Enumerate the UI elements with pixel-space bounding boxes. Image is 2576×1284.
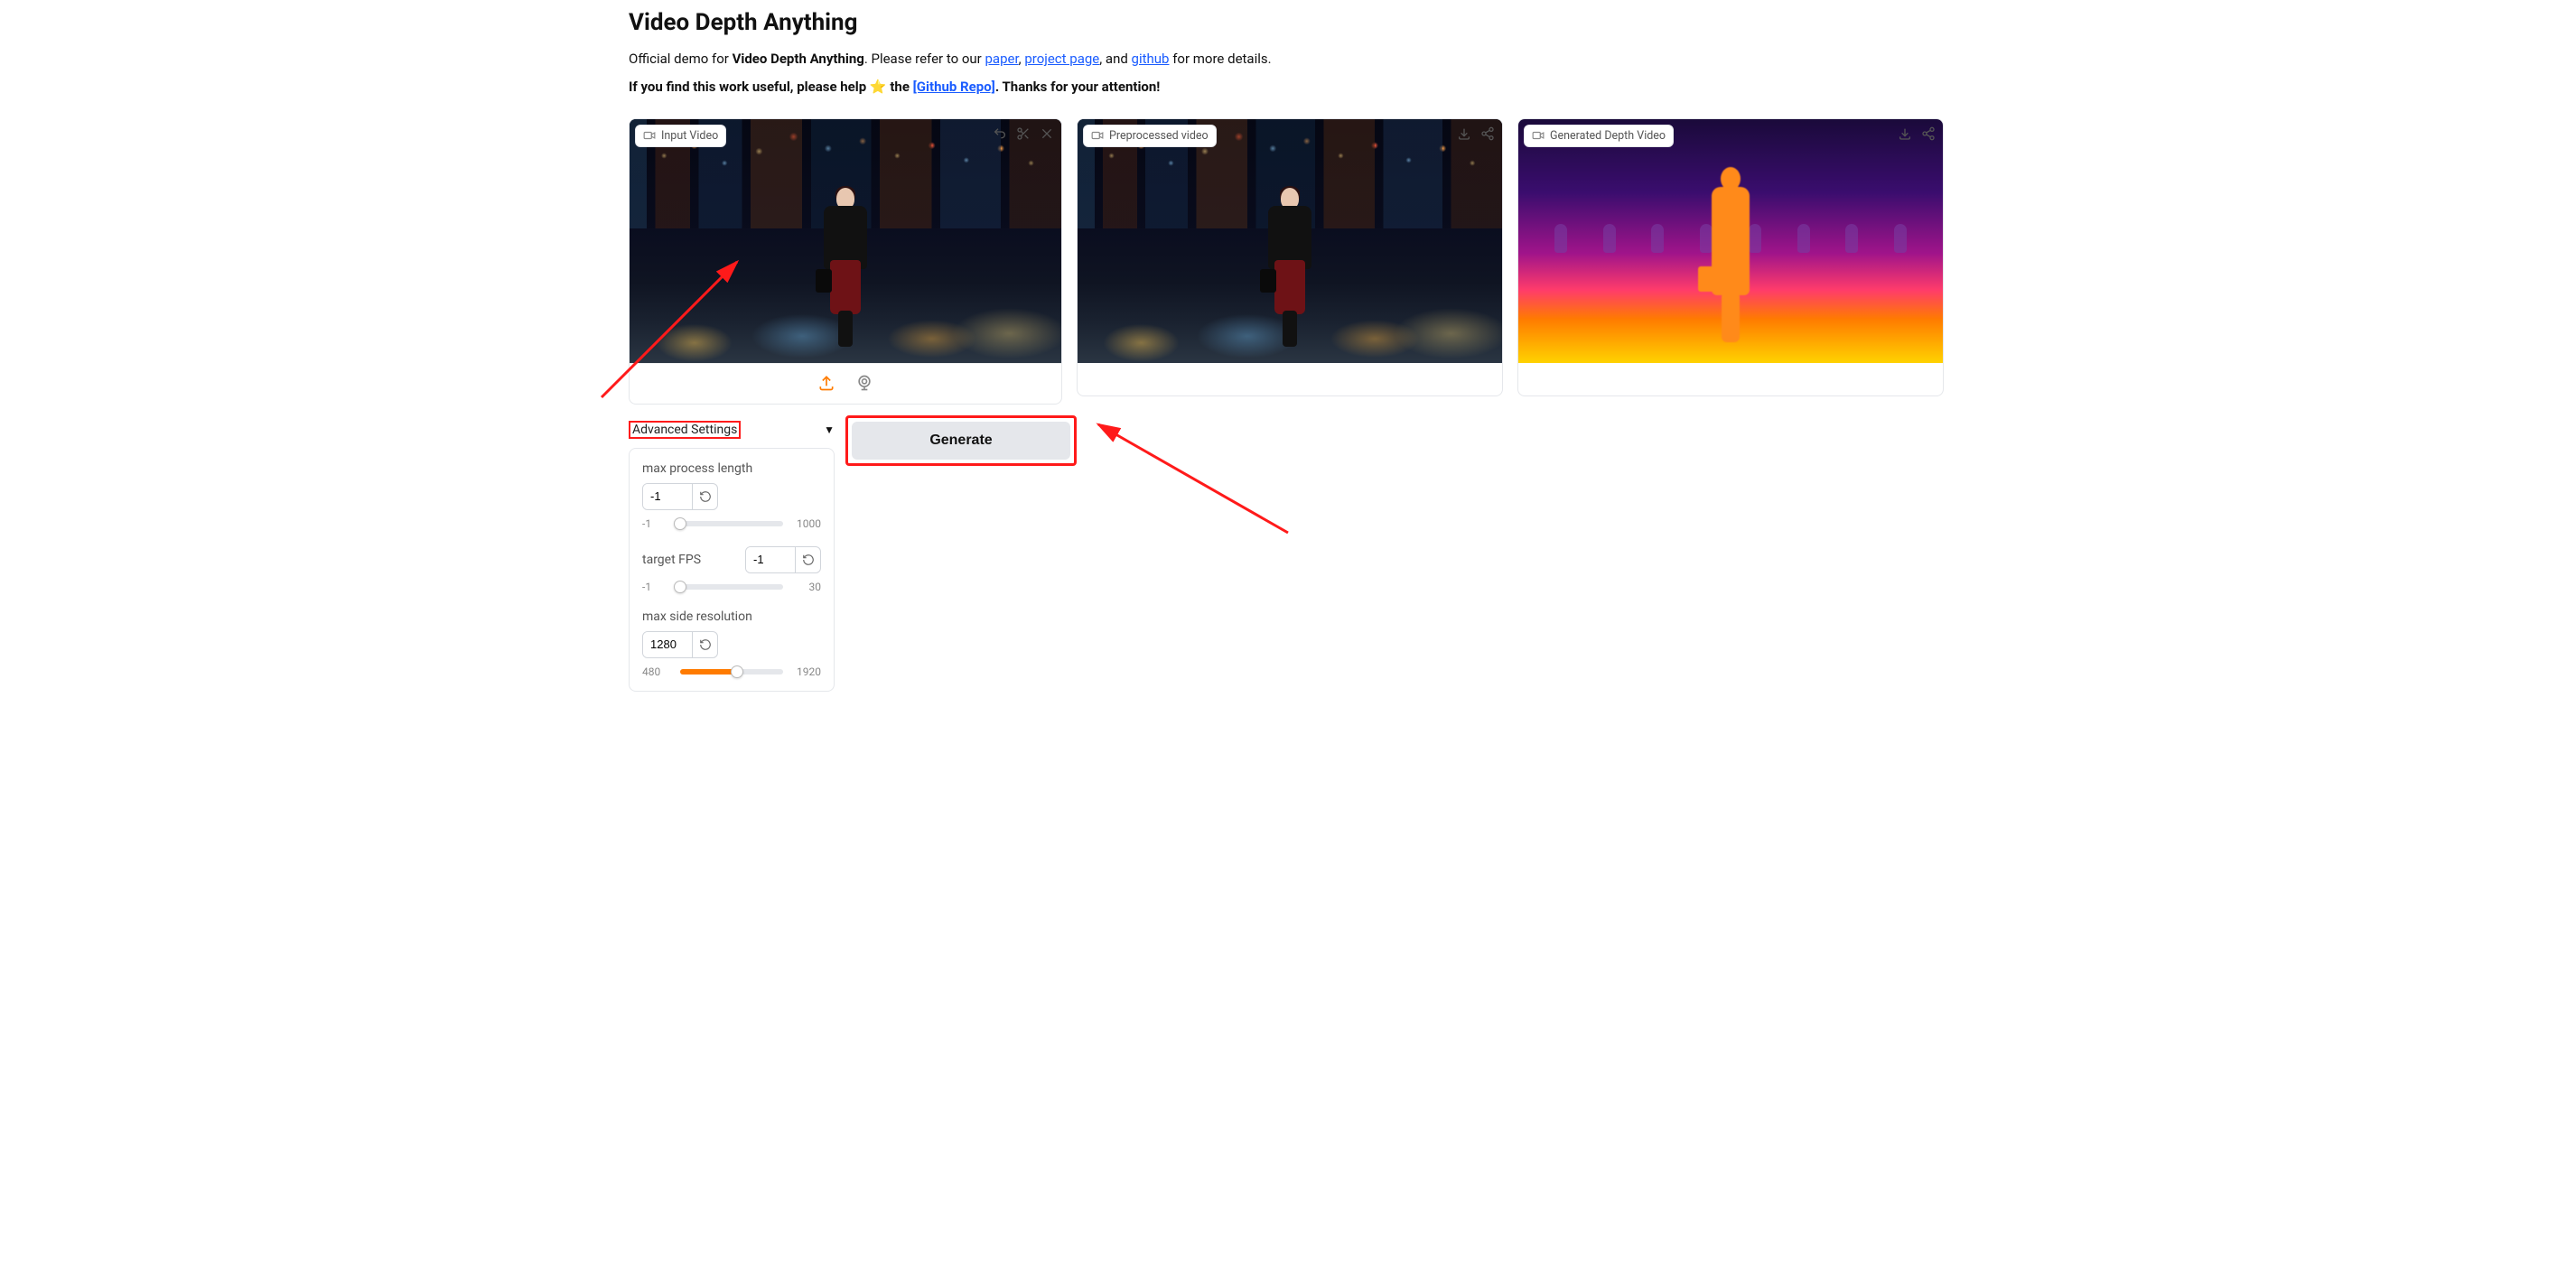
webcam-icon[interactable] bbox=[854, 373, 874, 393]
depth-video-label: Generated Depth Video bbox=[1524, 125, 1674, 147]
star-icon: ⭐ bbox=[870, 79, 887, 95]
video-icon bbox=[643, 129, 656, 142]
advanced-settings-title: Advanced Settings bbox=[629, 421, 741, 439]
undo-icon[interactable] bbox=[991, 125, 1009, 143]
github-link[interactable]: github bbox=[1132, 51, 1170, 67]
cta-text: If you find this work useful, please hel… bbox=[629, 79, 870, 95]
paper-link[interactable]: paper bbox=[985, 51, 1019, 67]
preprocessed-video-preview[interactable] bbox=[1078, 119, 1502, 363]
input-video-label: Input Video bbox=[635, 125, 726, 147]
intro-line: Official demo for Video Depth Anything. … bbox=[629, 49, 1947, 70]
video-icon bbox=[1532, 129, 1545, 142]
target-fps-slider[interactable] bbox=[680, 584, 783, 590]
depth-video-preview[interactable] bbox=[1518, 119, 1943, 363]
share-icon[interactable] bbox=[1479, 125, 1497, 143]
generate-button[interactable]: Generate bbox=[852, 422, 1070, 460]
trim-icon[interactable] bbox=[1014, 125, 1032, 143]
reset-icon[interactable] bbox=[692, 484, 717, 509]
cta-line: If you find this work useful, please hel… bbox=[629, 79, 1947, 95]
slider-min: -1 bbox=[642, 581, 673, 593]
share-icon[interactable] bbox=[1919, 125, 1937, 143]
intro-text: Official demo for bbox=[629, 51, 733, 67]
generate-highlight: Generate bbox=[845, 415, 1077, 466]
preprocessed-video-label-text: Preprocessed video bbox=[1109, 129, 1209, 143]
max-side-resolution-group: max side resolution 480 bbox=[642, 609, 821, 678]
reset-icon[interactable] bbox=[795, 547, 820, 572]
github-repo-link[interactable]: [Github Repo] bbox=[913, 79, 995, 95]
project-page-link[interactable]: project page bbox=[1024, 51, 1099, 67]
preprocessed-video-label: Preprocessed video bbox=[1083, 125, 1217, 147]
close-icon[interactable] bbox=[1038, 125, 1056, 143]
advanced-settings-panel: max process length -1 bbox=[629, 448, 835, 692]
max-side-resolution-input[interactable] bbox=[642, 631, 718, 658]
max-side-resolution-label: max side resolution bbox=[642, 609, 752, 624]
chevron-down-icon: ▼ bbox=[824, 423, 835, 436]
slider-max: 1000 bbox=[790, 517, 821, 530]
max-process-length-slider[interactable] bbox=[680, 521, 783, 526]
target-fps-field[interactable] bbox=[746, 547, 795, 572]
reset-icon[interactable] bbox=[692, 632, 717, 657]
input-video-card: Input Video bbox=[629, 118, 1062, 405]
max-side-resolution-slider[interactable] bbox=[680, 669, 783, 675]
download-icon[interactable] bbox=[1896, 125, 1914, 143]
preprocessed-video-card: Preprocessed video bbox=[1077, 118, 1503, 396]
target-fps-group: target FPS -1 30 bbox=[642, 546, 821, 593]
input-video-preview[interactable] bbox=[630, 119, 1061, 363]
input-video-toolbar bbox=[630, 363, 1061, 404]
max-side-resolution-field[interactable] bbox=[643, 632, 692, 657]
intro-text: , and bbox=[1099, 51, 1131, 67]
intro-text: . Please refer to our bbox=[864, 51, 985, 67]
input-video-label-text: Input Video bbox=[661, 129, 718, 143]
page-title: Video Depth Anything bbox=[629, 9, 1947, 36]
upload-icon[interactable] bbox=[817, 373, 836, 393]
target-fps-label: target FPS bbox=[642, 553, 701, 567]
max-process-length-group: max process length -1 bbox=[642, 461, 821, 530]
max-process-length-label: max process length bbox=[642, 461, 752, 476]
intro-text: for more details. bbox=[1169, 51, 1271, 67]
slider-max: 1920 bbox=[790, 665, 821, 678]
max-process-length-input[interactable] bbox=[642, 483, 718, 510]
slider-max: 30 bbox=[790, 581, 821, 593]
slider-min: 480 bbox=[642, 665, 673, 678]
advanced-settings-toggle[interactable]: Advanced Settings ▼ bbox=[629, 415, 835, 444]
cta-text: the bbox=[887, 79, 913, 95]
cta-text: . Thanks for your attention! bbox=[995, 79, 1161, 95]
max-process-length-field[interactable] bbox=[643, 484, 692, 509]
intro-bold: Video Depth Anything bbox=[733, 51, 864, 67]
target-fps-input[interactable] bbox=[745, 546, 821, 573]
slider-min: -1 bbox=[642, 517, 673, 530]
depth-video-card: Generated Depth Video bbox=[1517, 118, 1944, 396]
depth-video-label-text: Generated Depth Video bbox=[1550, 129, 1666, 143]
video-icon bbox=[1091, 129, 1104, 142]
download-icon[interactable] bbox=[1455, 125, 1473, 143]
